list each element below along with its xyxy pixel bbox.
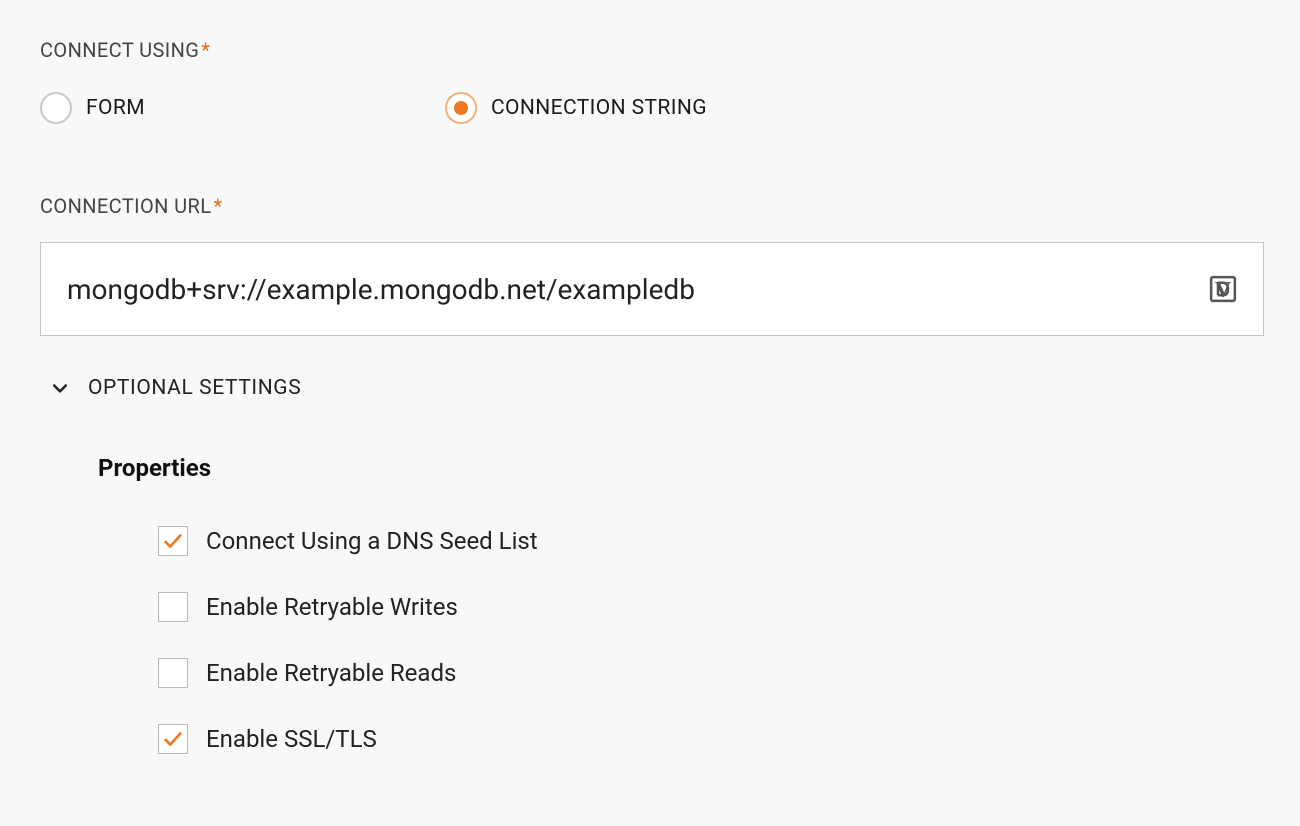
optional-settings-toggle[interactable]: OPTIONAL SETTINGS bbox=[50, 376, 1260, 400]
connection-url-input[interactable] bbox=[40, 242, 1264, 336]
radio-circle-icon bbox=[40, 92, 72, 124]
connect-using-label: CONNECT USING* bbox=[40, 38, 1260, 62]
radio-option-form[interactable]: FORM bbox=[40, 92, 145, 124]
checkbox-retryable-reads[interactable]: Enable Retryable Reads bbox=[158, 658, 1260, 688]
connect-using-radio-group: FORM CONNECTION STRING bbox=[40, 92, 1260, 124]
connection-url-label-text: CONNECTION URL bbox=[40, 194, 211, 218]
radio-option-connection-string[interactable]: CONNECTION STRING bbox=[445, 92, 707, 124]
checkbox-box-icon bbox=[158, 526, 188, 556]
checkbox-retryable-writes[interactable]: Enable Retryable Writes bbox=[158, 592, 1260, 622]
checkbox-box-icon bbox=[158, 724, 188, 754]
properties-section: Properties Connect Using a DNS Seed List… bbox=[98, 454, 1260, 754]
vault-icon[interactable]: V bbox=[1208, 274, 1238, 304]
checkbox-label: Enable Retryable Reads bbox=[206, 659, 456, 687]
checkbox-label: Connect Using a DNS Seed List bbox=[206, 527, 538, 555]
connection-url-label: CONNECTION URL* bbox=[40, 194, 1260, 218]
connect-using-label-text: CONNECT USING bbox=[40, 38, 199, 62]
svg-text:V: V bbox=[1215, 277, 1231, 302]
checkbox-label: Enable SSL/TLS bbox=[206, 725, 377, 753]
radio-circle-icon bbox=[445, 92, 477, 124]
connection-url-field-wrap: V bbox=[40, 242, 1264, 336]
radio-dot-icon bbox=[454, 101, 468, 115]
checkbox-box-icon bbox=[158, 658, 188, 688]
check-icon bbox=[162, 530, 184, 552]
properties-checkbox-list: Connect Using a DNS Seed List Enable Ret… bbox=[158, 526, 1260, 754]
radio-connection-string-label: CONNECTION STRING bbox=[491, 96, 707, 120]
required-star: * bbox=[201, 38, 210, 62]
required-star: * bbox=[213, 194, 222, 218]
checkbox-ssl-tls[interactable]: Enable SSL/TLS bbox=[158, 724, 1260, 754]
checkbox-label: Enable Retryable Writes bbox=[206, 593, 458, 621]
checkbox-box-icon bbox=[158, 592, 188, 622]
checkbox-dns-seed-list[interactable]: Connect Using a DNS Seed List bbox=[158, 526, 1260, 556]
chevron-down-icon bbox=[50, 378, 70, 398]
optional-settings-label: OPTIONAL SETTINGS bbox=[88, 376, 301, 400]
properties-heading: Properties bbox=[98, 454, 1260, 482]
check-icon bbox=[162, 728, 184, 750]
radio-form-label: FORM bbox=[86, 96, 145, 120]
